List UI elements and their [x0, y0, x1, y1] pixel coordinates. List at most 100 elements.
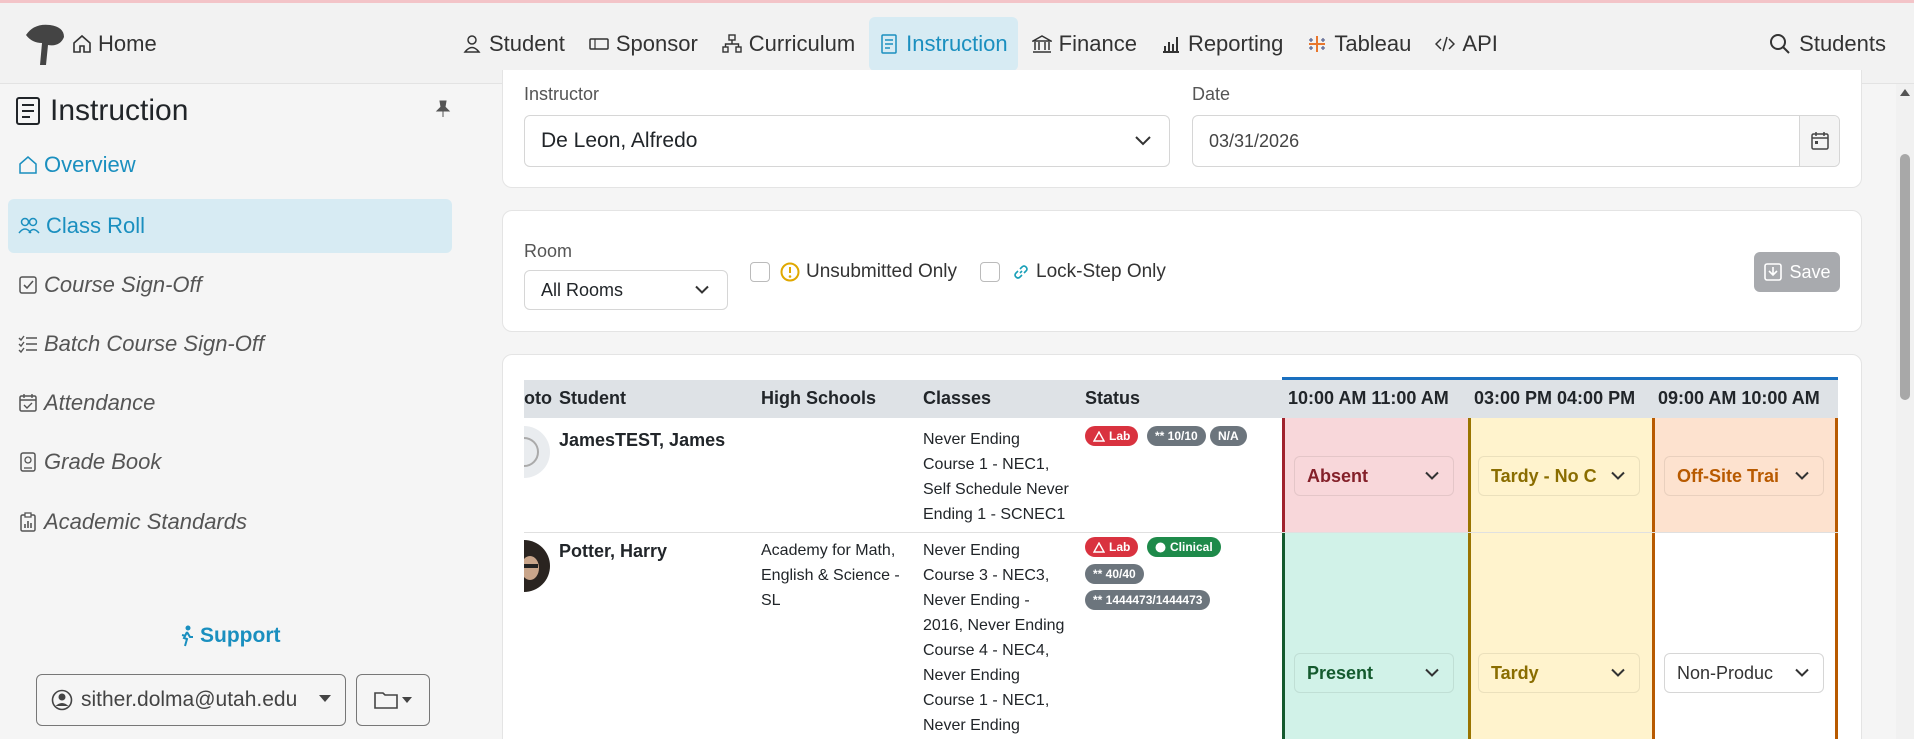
attendance-select[interactable]: Absent [1294, 456, 1454, 496]
journal-icon [881, 34, 897, 54]
bank-icon [1031, 35, 1052, 53]
pin-icon[interactable] [434, 100, 452, 118]
sidebar-item-course-sign-off[interactable]: Course Sign-Off [8, 258, 452, 312]
user-menu-button[interactable]: sither.dolma@utah.edu [36, 674, 346, 726]
nav-api[interactable]: API [1425, 17, 1507, 71]
chevron-down-icon [1795, 471, 1809, 480]
high-school-cell: Academy for Math, English & Science - SL [761, 542, 900, 609]
support-link[interactable]: Support [180, 624, 280, 648]
time-slot-header-accent [1282, 377, 1838, 380]
search-icon [1770, 34, 1790, 54]
attendance-select[interactable]: Off-Site Trai [1664, 456, 1824, 496]
code-icon [1435, 36, 1456, 52]
chevron-down-icon [1611, 668, 1625, 677]
chevron-down-icon [1611, 471, 1625, 480]
diagram-icon [722, 34, 742, 53]
lab-badge: Lab [1085, 426, 1139, 446]
col-classes[interactable]: Classes [923, 388, 991, 409]
bar-chart-icon [1162, 37, 1179, 53]
person-icon [463, 35, 481, 53]
link-icon [1014, 265, 1028, 279]
avatar [524, 540, 550, 592]
avatar [524, 426, 550, 478]
sidebar-item-overview[interactable]: Overview [8, 138, 452, 192]
calendar-check-icon [19, 394, 37, 412]
nav-home[interactable]: Home [72, 31, 157, 57]
unsubmitted-only-label[interactable]: Unsubmitted Only [780, 261, 957, 283]
col-slot-1: 10:00 AM 11:00 AM [1288, 388, 1449, 408]
lock-step-only-checkbox[interactable] [980, 262, 1000, 282]
sidebar-item-batch-course-sign-off[interactable]: Batch Course Sign-Off [8, 317, 452, 371]
chevron-down-icon [1425, 668, 1439, 677]
room-select[interactable]: All Rooms [524, 270, 728, 310]
caret-down-icon [402, 696, 412, 703]
chevron-down-icon [1795, 668, 1809, 677]
calendar-button[interactable] [1799, 116, 1839, 166]
scroll-up-icon[interactable] [1900, 88, 1910, 96]
person-walking-icon [181, 625, 193, 647]
chevron-down-icon [695, 285, 709, 294]
sidebar-item-attendance[interactable]: Attendance [8, 376, 452, 430]
attendance-select[interactable]: Present [1294, 653, 1454, 693]
warning-icon [1093, 430, 1105, 442]
save-button[interactable]: Save [1754, 252, 1840, 292]
col-slot-2: 03:00 PM 04:00 PM [1474, 388, 1636, 408]
nav-finance[interactable]: Finance [1022, 17, 1147, 71]
sidebar-item-grade-book[interactable]: Grade Book [8, 435, 452, 489]
attendance-cell [1468, 532, 1652, 739]
check-square-icon [19, 276, 37, 294]
col-student[interactable]: Student [559, 388, 626, 409]
folder-icon [374, 692, 398, 709]
sidebar-item-academic-standards[interactable]: Academic Standards [8, 495, 452, 549]
ticket-icon [589, 38, 609, 50]
table-header: oto Student High Schools Classes Status … [524, 380, 1838, 418]
student-name[interactable]: Potter, Harry [559, 541, 667, 562]
nav-student[interactable]: Student [452, 17, 575, 71]
caret-down-icon [319, 695, 331, 702]
col-high-schools[interactable]: High Schools [761, 388, 876, 409]
attendance-cell [1282, 532, 1468, 739]
nav-reporting[interactable]: Reporting [1151, 17, 1293, 71]
scrollbar-thumb[interactable] [1900, 154, 1910, 400]
room-label: Room [524, 241, 573, 261]
folder-menu-button[interactable] [356, 674, 430, 726]
student-name[interactable]: JamesTEST, James [559, 430, 725, 451]
clipboard-chart-icon [20, 512, 36, 532]
nav-instruction[interactable]: Instruction [869, 17, 1018, 71]
nav-student-search[interactable]: Students [1769, 31, 1886, 57]
list-check-icon [18, 335, 37, 354]
warning-icon [1093, 541, 1105, 553]
nav-sponsor[interactable]: Sponsor [579, 17, 708, 71]
logo[interactable] [20, 21, 66, 67]
clinical-badge: Clinical [1147, 537, 1221, 557]
col-status[interactable]: Status [1085, 388, 1140, 409]
progress-badge: ** 40/40 [1085, 564, 1144, 584]
progress-badge: ** 10/10 [1147, 426, 1206, 446]
attendance-select[interactable]: Tardy [1478, 653, 1640, 693]
nav-tableau[interactable]: Tableau [1297, 17, 1421, 71]
journal-icon [16, 97, 40, 125]
attendance-select[interactable]: Non-Produc [1664, 653, 1824, 693]
nav-curriculum[interactable]: Curriculum [712, 17, 865, 71]
lock-step-only-label[interactable]: Lock-Step Only [1012, 261, 1166, 283]
col-photo: oto [524, 388, 552, 408]
calendar-icon [1810, 132, 1829, 150]
page-scrollbar[interactable] [1896, 84, 1914, 739]
instructor-select[interactable]: De Leon, Alfredo [524, 115, 1170, 167]
lab-badge: Lab [1085, 537, 1139, 557]
unsubmitted-only-checkbox[interactable] [750, 262, 770, 282]
user-circle-icon [51, 689, 73, 711]
attendance-select[interactable]: Tardy - No C [1478, 456, 1640, 496]
date-label: Date [1192, 84, 1231, 104]
download-icon [1764, 263, 1783, 281]
chevron-down-icon [1135, 136, 1151, 146]
exclamation-circle-icon [780, 262, 800, 282]
house-icon [73, 34, 91, 53]
people-icon [18, 217, 40, 234]
date-input[interactable]: 03/31/2026 [1192, 115, 1840, 167]
classes-cell: Never Ending Course 1 - NEC1, Self Sched… [923, 431, 1069, 523]
instructor-label: Instructor [524, 84, 600, 104]
tableau-icon [1309, 36, 1326, 52]
classes-cell: Never Ending Course 3 - NEC3, Never Endi… [923, 542, 1065, 734]
sidebar-item-class-roll[interactable]: Class Roll [8, 199, 452, 253]
